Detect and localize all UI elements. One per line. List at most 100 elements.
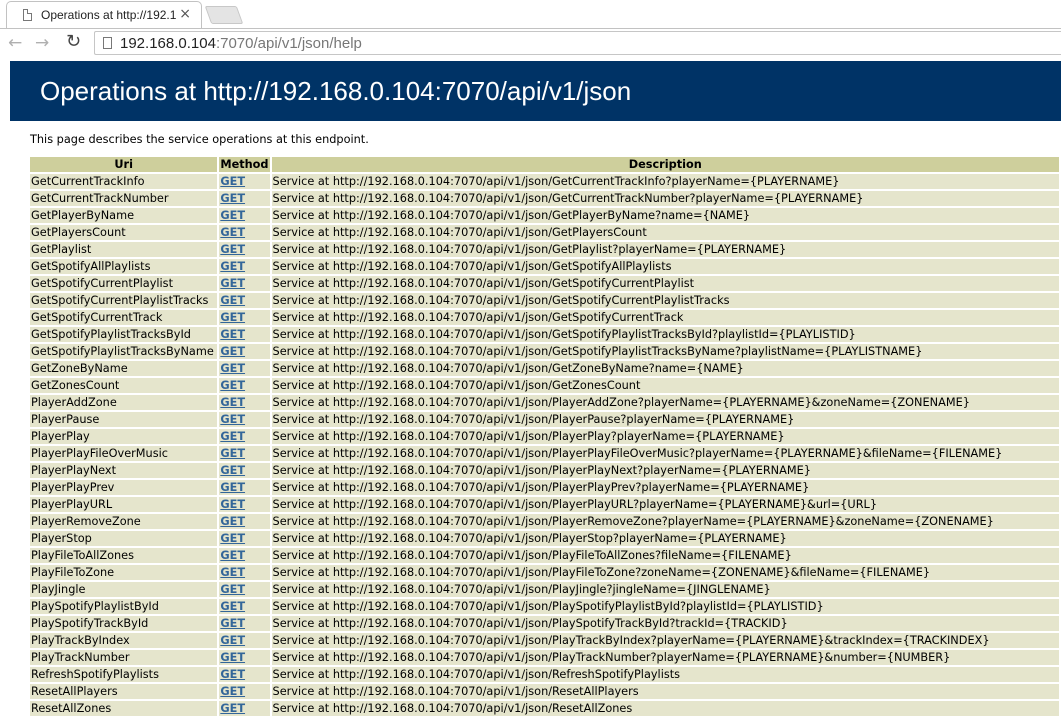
new-tab-button[interactable]: [204, 6, 244, 24]
uri-column-header: Uri: [30, 157, 218, 172]
operation-method-cell: GET: [219, 191, 270, 206]
url-path: :7070/api/v1/json/help: [215, 35, 362, 52]
table-row: GetSpotifyCurrentPlaylistTracks GET Servic…: [30, 293, 1059, 308]
get-method-link[interactable]: GET: [220, 379, 245, 392]
get-method-link[interactable]: GET: [220, 362, 245, 375]
get-method-link[interactable]: GET: [220, 311, 245, 324]
url-text[interactable]: 192.168.0.104:7070/api/v1/json/help: [120, 35, 362, 52]
forward-arrow-icon[interactable]: →: [35, 33, 49, 53]
get-method-link[interactable]: GET: [220, 430, 245, 443]
operation-uri: PlayFileToAllZones: [30, 548, 218, 563]
table-row: GetSpotifyAllPlaylists GET Service at http…: [30, 259, 1059, 274]
get-method-link[interactable]: GET: [220, 549, 245, 562]
get-method-link[interactable]: GET: [220, 498, 245, 511]
table-row: PlayFileToAllZones GET Service at http://1…: [30, 548, 1059, 563]
operation-description: Service at http://192.168.0.104:7070/api…: [271, 548, 1059, 563]
get-method-link[interactable]: GET: [220, 702, 245, 715]
operation-description: Service at http://192.168.0.104:7070/api…: [271, 514, 1059, 529]
operation-method-cell: GET: [219, 616, 270, 631]
operation-method-cell: GET: [219, 480, 270, 495]
operation-method-cell: GET: [219, 514, 270, 529]
operation-method-cell: GET: [219, 378, 270, 393]
operation-uri: GetCurrentTrackInfo: [30, 174, 218, 189]
get-method-link[interactable]: GET: [220, 685, 245, 698]
tab-strip: Operations at http://192.1 ×: [0, 0, 1061, 28]
get-method-link[interactable]: GET: [220, 209, 245, 222]
back-arrow-icon[interactable]: ←: [8, 33, 22, 53]
table-row: GetPlaylist GET Service at http://192.168.…: [30, 242, 1059, 257]
operation-method-cell: GET: [219, 463, 270, 478]
table-row: GetCurrentTrackNumber GET Service at http:…: [30, 191, 1059, 206]
address-bar[interactable]: 192.168.0.104:7070/api/v1/json/help: [94, 31, 1061, 55]
get-method-link[interactable]: GET: [220, 260, 245, 273]
get-method-link[interactable]: GET: [220, 328, 245, 341]
get-method-link[interactable]: GET: [220, 243, 245, 256]
get-method-link[interactable]: GET: [220, 192, 245, 205]
get-method-link[interactable]: GET: [220, 294, 245, 307]
get-method-link[interactable]: GET: [220, 226, 245, 239]
get-method-link[interactable]: GET: [220, 175, 245, 188]
operation-uri: PlaySpotifyTrackById: [30, 616, 218, 631]
get-method-link[interactable]: GET: [220, 413, 245, 426]
operation-description: Service at http://192.168.0.104:7070/api…: [271, 191, 1059, 206]
close-icon[interactable]: ×: [179, 6, 191, 22]
table-row: GetSpotifyCurrentTrack GET Service at http…: [30, 310, 1059, 325]
get-method-link[interactable]: GET: [220, 481, 245, 494]
operation-uri: GetSpotifyAllPlaylists: [30, 259, 218, 274]
get-method-link[interactable]: GET: [220, 651, 245, 664]
get-method-link[interactable]: GET: [220, 515, 245, 528]
operation-method-cell: GET: [219, 446, 270, 461]
operation-description: Service at http://192.168.0.104:7070/api…: [271, 684, 1059, 699]
page-header: Operations at http://192.168.0.104:7070/…: [10, 61, 1061, 121]
get-method-link[interactable]: GET: [220, 396, 245, 409]
method-column-header: Method: [219, 157, 270, 172]
operation-uri: GetZoneByName: [30, 361, 218, 376]
table-row: RefreshSpotifyPlaylists GET Service at htt…: [30, 667, 1059, 682]
get-method-link[interactable]: GET: [220, 583, 245, 596]
operation-method-cell: GET: [219, 259, 270, 274]
get-method-link[interactable]: GET: [220, 566, 245, 579]
operation-uri: GetPlaylist: [30, 242, 218, 257]
table-row: PlayerStop GET Service at http://192.168.0…: [30, 531, 1059, 546]
get-method-link[interactable]: GET: [220, 532, 245, 545]
operation-description: Service at http://192.168.0.104:7070/api…: [271, 582, 1059, 597]
table-row: PlayerRemoveZone GET Service at http://192…: [30, 514, 1059, 529]
get-method-link[interactable]: GET: [220, 634, 245, 647]
browser-tab[interactable]: Operations at http://192.1 ×: [6, 1, 202, 28]
operation-description: Service at http://192.168.0.104:7070/api…: [271, 497, 1059, 512]
operation-method-cell: GET: [219, 344, 270, 359]
operations-table-body: GetCurrentTrackInfo GET Service at http://…: [30, 174, 1059, 716]
operation-description: Service at http://192.168.0.104:7070/api…: [271, 225, 1059, 240]
operation-method-cell: GET: [219, 361, 270, 376]
operation-method-cell: GET: [219, 395, 270, 410]
operation-description: Service at http://192.168.0.104:7070/api…: [271, 378, 1059, 393]
get-method-link[interactable]: GET: [220, 447, 245, 460]
get-method-link[interactable]: GET: [220, 617, 245, 630]
operation-uri: PlaySpotifyPlaylistById: [30, 599, 218, 614]
operation-method-cell: GET: [219, 276, 270, 291]
get-method-link[interactable]: GET: [220, 345, 245, 358]
intro-text: This page describes the service operatio…: [30, 133, 369, 146]
operation-uri: PlayerStop: [30, 531, 218, 546]
operation-method-cell: GET: [219, 650, 270, 665]
browser-toolbar: ← → ↻ 192.168.0.104:7070/api/v1/json/hel…: [0, 28, 1061, 59]
operation-method-cell: GET: [219, 310, 270, 325]
operation-uri: PlayTrackByIndex: [30, 633, 218, 648]
get-method-link[interactable]: GET: [220, 600, 245, 613]
operation-uri: GetPlayersCount: [30, 225, 218, 240]
get-method-link[interactable]: GET: [220, 668, 245, 681]
get-method-link[interactable]: GET: [220, 277, 245, 290]
get-method-link[interactable]: GET: [220, 464, 245, 477]
operation-description: Service at http://192.168.0.104:7070/api…: [271, 701, 1059, 716]
operation-method-cell: GET: [219, 242, 270, 257]
table-row: ResetAllPlayers GET Service at http://192.…: [30, 684, 1059, 699]
table-row: PlayerPlayURL GET Service at http://192.16…: [30, 497, 1059, 512]
table-row: PlaySpotifyTrackById GET Service at http:/…: [30, 616, 1059, 631]
page-icon: [103, 37, 112, 49]
operation-method-cell: GET: [219, 701, 270, 716]
operation-description: Service at http://192.168.0.104:7070/api…: [271, 293, 1059, 308]
reload-icon[interactable]: ↻: [66, 31, 81, 52]
table-row: PlayTrackByIndex GET Service at http://192…: [30, 633, 1059, 648]
operation-description: Service at http://192.168.0.104:7070/api…: [271, 565, 1059, 580]
operation-method-cell: GET: [219, 327, 270, 342]
